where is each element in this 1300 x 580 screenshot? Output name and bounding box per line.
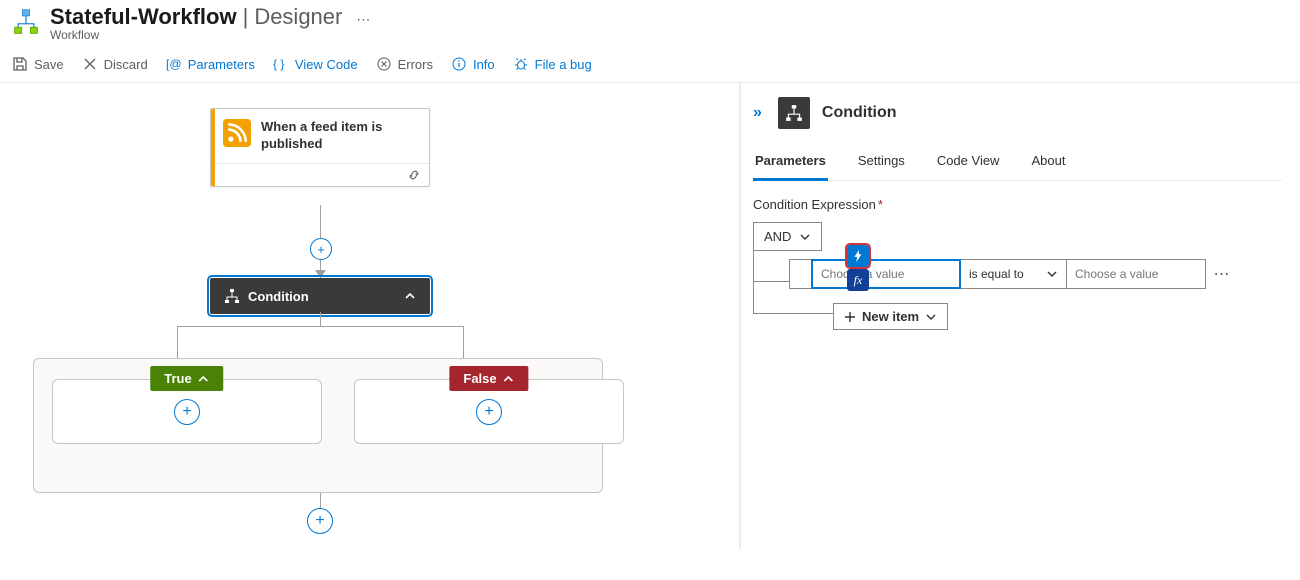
row-more-button[interactable]: ⋯ [1212,264,1232,284]
false-tag: False [449,366,528,391]
false-branch[interactable]: False + [354,379,624,444]
condition-branches-container: True + False + [33,358,603,493]
bug-icon [513,56,529,72]
save-button[interactable]: Save [12,56,64,72]
connector-line [463,326,464,358]
add-true-step-button[interactable]: + [174,399,200,425]
grip-icon [796,267,806,281]
arrow-down-icon [315,270,326,278]
tab-codeview[interactable]: Code View [935,147,1002,180]
trigger-accent [211,109,215,186]
tree-rail [753,281,789,282]
designer-canvas[interactable]: When a feed item is published + Conditio… [0,83,740,549]
panel-tabs: Parameters Settings Code View About [753,147,1282,181]
page-title: Stateful-Workflow [50,4,237,30]
file-bug-button[interactable]: File a bug [513,56,592,72]
expression-button[interactable]: fx [847,269,869,291]
page-header: Stateful-Workflow | Designer ⋯ Workflow [0,0,1300,42]
new-item-button[interactable]: New item [833,303,948,330]
workflow-icon [12,8,40,36]
panel-title: Condition [822,104,897,122]
chevron-down-icon [925,311,937,323]
true-tag: True [150,366,223,391]
parameters-icon: [@] [166,56,182,72]
trigger-title: When a feed item is published [261,119,417,153]
connector-line [320,312,321,326]
rss-icon [223,119,251,147]
tree-rail [753,313,833,314]
parameters-button[interactable]: [@] Parameters [166,56,255,72]
collapse-panel-button[interactable]: » [753,104,762,122]
view-code-button[interactable]: { } View Code [273,56,358,72]
chevron-down-icon [1046,268,1058,280]
right-value-input[interactable] [1066,259,1206,289]
page-section: Designer [254,4,342,30]
add-false-step-button[interactable]: + [476,399,502,425]
errors-button[interactable]: Errors [376,56,433,72]
connector-line [177,326,464,327]
dynamic-content-button[interactable] [847,245,869,267]
add-next-step-button[interactable]: + [307,508,333,534]
fx-icon: fx [854,273,863,288]
discard-button[interactable]: Discard [82,56,148,72]
insert-step-button[interactable]: + [310,238,332,260]
info-icon [451,56,467,72]
condition-expression-label: Condition Expression* [753,197,1282,212]
tab-about[interactable]: About [1029,147,1067,180]
operator-dropdown[interactable]: is equal to [961,259,1066,289]
svg-text:[@]: [@] [166,57,182,71]
drag-handle[interactable] [789,259,811,289]
connector-line [177,326,178,358]
condition-node[interactable]: Condition [210,278,430,314]
left-value-input[interactable] [811,259,961,289]
error-icon [376,56,392,72]
lightning-icon [851,249,865,263]
svg-text:{ }: { } [273,57,284,71]
toolbar: Save Discard [@] Parameters { } View Cod… [0,42,1300,83]
trigger-node[interactable]: When a feed item is published [210,108,430,187]
save-icon [12,56,28,72]
plus-icon [844,311,856,323]
more-actions-button[interactable]: ⋯ [356,11,370,28]
condition-row: fx is equal to ⋯ New item [789,259,1282,289]
link-icon[interactable] [407,168,421,182]
x-icon [82,56,98,72]
connector-line [320,493,321,508]
logic-operator-dropdown[interactable]: AND [753,222,822,251]
info-button[interactable]: Info [451,56,495,72]
title-separator: | [243,4,249,30]
token-picker: fx [847,245,869,291]
tree-rail [753,239,754,313]
condition-label: Condition [248,289,309,304]
chevron-up-icon [198,373,210,385]
chevron-up-icon[interactable] [404,290,416,302]
tab-parameters[interactable]: Parameters [753,147,828,181]
properties-panel: » Condition Parameters Settings Code Vie… [740,83,1300,549]
condition-icon [224,288,240,304]
true-branch[interactable]: True + [52,379,322,444]
breadcrumb: Workflow [50,28,370,42]
chevron-up-icon [503,373,515,385]
braces-icon: { } [273,56,289,72]
condition-panel-icon [778,97,810,129]
chevron-down-icon [799,231,811,243]
connector-line [320,205,321,238]
tab-settings[interactable]: Settings [856,147,907,180]
